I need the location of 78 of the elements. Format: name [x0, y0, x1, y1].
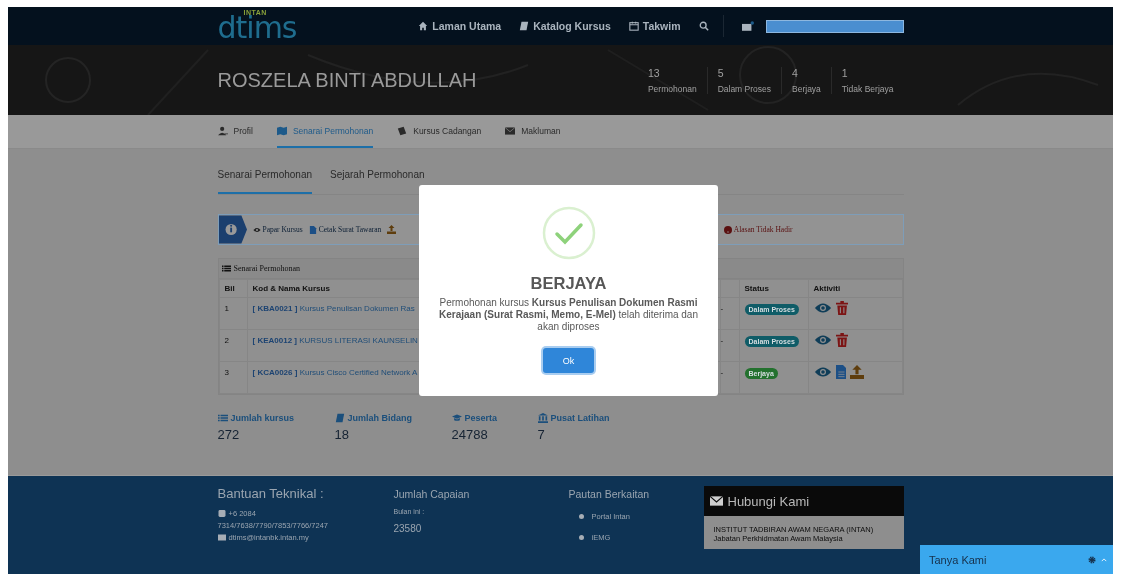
profile-name: ROSZELA BINTI ABDULLAH	[217, 68, 477, 92]
graduation-cap-icon	[451, 413, 462, 423]
eye-icon[interactable]	[813, 333, 832, 347]
document-icon	[308, 225, 317, 234]
table-cell: 3	[219, 361, 247, 394]
trash-icon[interactable]	[835, 301, 848, 315]
sub-tab[interactable]: Sejarah Permohonan	[330, 165, 425, 194]
bullet-icon	[578, 514, 584, 519]
column-header: Bil	[219, 279, 247, 298]
nav-link[interactable]: Katalog Kursus	[519, 20, 611, 32]
summary-label: Jumlah kursus	[217, 413, 335, 423]
table-cell: 1	[219, 297, 247, 330]
stat-label: Berjaya	[792, 83, 821, 94]
sub-tab[interactable]: Senarai Permohonan	[217, 165, 312, 194]
mail-icon	[505, 125, 516, 136]
summary-label: Pusat Latihan	[537, 413, 610, 423]
calendar-icon	[628, 21, 639, 31]
summary-label: Peserta	[451, 413, 538, 423]
nav-link[interactable]: Takwim	[628, 20, 681, 32]
stat-value: 4	[792, 66, 799, 79]
mail-icon	[709, 496, 723, 506]
user-icon	[217, 125, 228, 136]
stat-label: Tidak Berjaya	[841, 83, 894, 94]
footer-heading: Bantuan Teknikal :	[217, 486, 325, 501]
footer-heading: Pautan Berkaitan	[568, 488, 651, 500]
checkmark-icon	[541, 206, 596, 260]
nav-link[interactable]: Laman Utama	[418, 20, 502, 32]
map-icon	[276, 125, 287, 136]
course-link[interactable]: [ KEA0012 ] KURSUS LITERASI KAUNSELIN	[252, 336, 418, 345]
eye-icon	[252, 225, 261, 234]
list-icon	[217, 413, 228, 423]
trash-icon[interactable]	[835, 333, 848, 347]
table-cell: -	[720, 336, 724, 345]
ok-button[interactable]: Ok	[543, 348, 594, 373]
eye-icon[interactable]	[813, 365, 832, 379]
table-cell: -	[720, 304, 724, 313]
chat-label: Tanya Kami	[929, 553, 988, 566]
logo-text: dtims	[217, 14, 297, 42]
search-icon[interactable]	[698, 21, 709, 31]
stat-value: 13	[647, 66, 661, 79]
bank-icon	[537, 413, 548, 423]
tab[interactable]: Makluman	[505, 115, 561, 148]
chat-widget[interactable]: Tanya Kami	[920, 545, 1113, 574]
course-link[interactable]: [ KCA0026 ] Kursus Cisco Certified Network A	[252, 368, 418, 377]
stat-value: 5	[717, 66, 725, 79]
summary-value: 24788	[451, 427, 489, 442]
summary-value: 18	[334, 427, 350, 442]
book-icon	[519, 21, 530, 31]
upload-icon[interactable]	[850, 365, 865, 379]
upload-icon	[387, 225, 397, 234]
contact-title: Hubungi Kami	[727, 493, 810, 509]
course-link[interactable]: [ KBA0021 ] Kursus Penulisan Dokumen Ras	[252, 304, 415, 313]
tab[interactable]: Kursus Cadangan	[397, 115, 482, 148]
dialog-message: Permohonan kursus Kursus Penulisan Dokumen Rasmi Kerajaan (Surat Rasmi, Memo, E-Mel) telah diterima dan akan diproses	[438, 297, 699, 333]
visit-count: 23580	[393, 523, 423, 534]
stat-label: Permohonan	[647, 83, 697, 94]
mail-icon	[217, 534, 226, 541]
list-icon	[221, 264, 231, 273]
caret-icon[interactable]	[1101, 557, 1107, 562]
stat-value: 1	[841, 66, 849, 79]
tab[interactable]: Profil	[217, 115, 253, 148]
column-header: Aktiviti	[808, 279, 902, 298]
book-icon	[334, 413, 345, 423]
summary-label: Jumlah Bidang	[334, 413, 452, 423]
summary-value: 7	[537, 427, 546, 442]
eye-icon[interactable]	[813, 301, 832, 315]
summary-value: 272	[217, 427, 241, 442]
column-header: Status	[739, 279, 808, 298]
stat-label: Dalam Proses	[717, 83, 771, 94]
panel-title: Senarai Permohonan	[233, 264, 300, 273]
document-icon[interactable]	[835, 365, 847, 379]
bullet-icon	[578, 535, 584, 540]
table-cell: -	[720, 368, 724, 377]
footer-heading: Jumlah Capaian	[393, 488, 471, 500]
mail-notification-icon[interactable]	[741, 20, 754, 32]
table-cell: 2	[219, 329, 247, 362]
home-icon	[418, 21, 429, 31]
settings-icon[interactable]	[1088, 555, 1096, 564]
